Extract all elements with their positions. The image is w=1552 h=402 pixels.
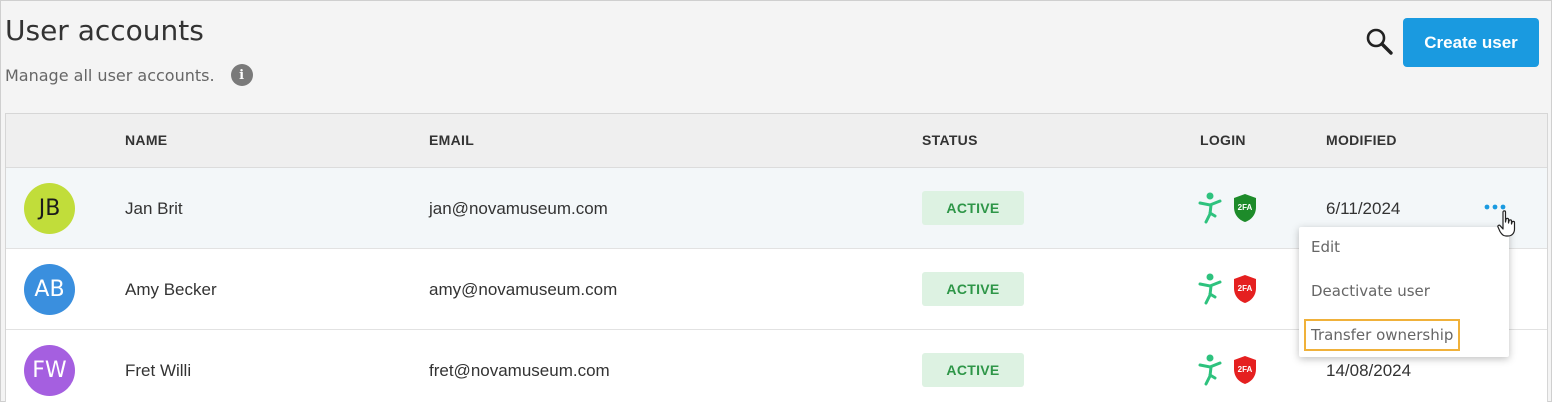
login-methods: 2FA bbox=[1198, 192, 1258, 224]
2fa-label: 2FA bbox=[1238, 365, 1253, 374]
menu-item-transfer-ownership[interactable]: Transfer ownership bbox=[1304, 319, 1461, 351]
login-methods: 2FA bbox=[1198, 354, 1258, 386]
user-email: fret@novamuseum.com bbox=[429, 361, 610, 380]
user-email: jan@novamuseum.com bbox=[429, 199, 608, 218]
2fa-label: 2FA bbox=[1238, 203, 1253, 212]
status-badge: ACTIVE bbox=[922, 191, 1024, 225]
user-name: Fret Willi bbox=[125, 361, 192, 380]
2fa-shield-icon: 2FA bbox=[1234, 356, 1256, 384]
create-user-button[interactable]: Create user bbox=[1403, 18, 1539, 67]
column-header-modified[interactable]: MODIFIED bbox=[1326, 132, 1397, 148]
2fa-shield-icon: 2FA bbox=[1234, 275, 1256, 303]
page-title: User accounts bbox=[5, 14, 204, 47]
status-badge: ACTIVE bbox=[922, 272, 1024, 306]
menu-item-deactivate-user[interactable]: Deactivate user bbox=[1304, 275, 1437, 307]
person-login-icon bbox=[1198, 273, 1222, 305]
info-icon[interactable]: i bbox=[230, 64, 253, 86]
column-header-email[interactable]: EMAIL bbox=[429, 132, 474, 148]
status-badge: ACTIVE bbox=[922, 353, 1024, 387]
page-subtitle: Manage all user accounts. bbox=[5, 65, 215, 85]
hand-cursor-icon bbox=[1497, 210, 1516, 237]
table-header: NAME EMAIL STATUS LOGIN MODIFIED bbox=[6, 114, 1547, 168]
search-icon bbox=[1366, 28, 1393, 55]
user-name: Amy Becker bbox=[125, 280, 217, 299]
avatar: JB bbox=[24, 183, 75, 234]
column-header-name[interactable]: NAME bbox=[125, 132, 167, 148]
column-header-status[interactable]: STATUS bbox=[922, 132, 978, 148]
avatar: FW bbox=[24, 345, 75, 396]
menu-item-edit[interactable]: Edit bbox=[1304, 231, 1347, 263]
user-name: Jan Brit bbox=[125, 199, 183, 218]
search-button[interactable] bbox=[1364, 26, 1394, 56]
column-header-login[interactable]: LOGIN bbox=[1200, 132, 1246, 148]
user-email: amy@novamuseum.com bbox=[429, 280, 618, 299]
modified-date: 6/11/2024 bbox=[1326, 199, 1401, 218]
modified-date: 14/08/2024 bbox=[1326, 361, 1412, 380]
subtitle-row: Manage all user accounts. i bbox=[5, 64, 253, 86]
person-login-icon bbox=[1198, 192, 1222, 224]
person-login-icon bbox=[1198, 354, 1222, 386]
2fa-shield-icon: 2FA bbox=[1234, 194, 1256, 222]
login-methods: 2FA bbox=[1198, 273, 1258, 305]
row-actions-menu: Edit Deactivate user Transfer ownership bbox=[1299, 227, 1509, 357]
2fa-label: 2FA bbox=[1238, 284, 1253, 293]
avatar: AB bbox=[24, 264, 75, 315]
